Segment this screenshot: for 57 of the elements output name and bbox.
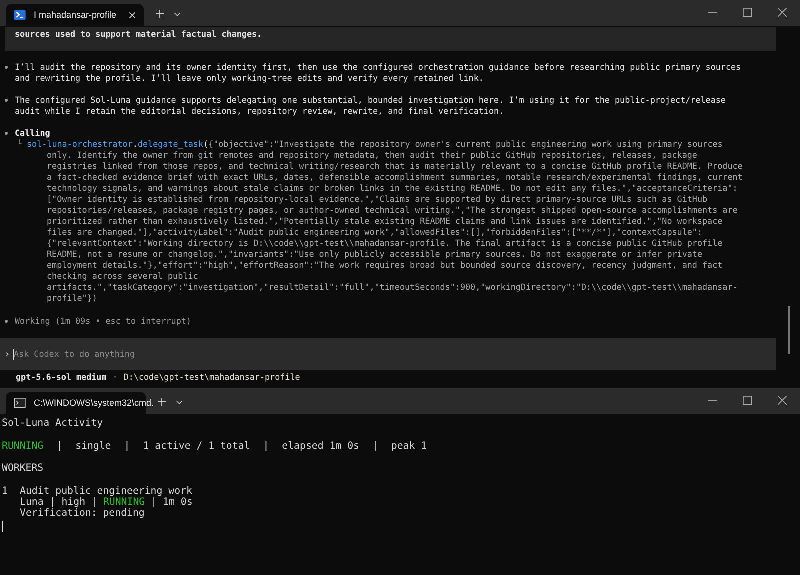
summary-item: elapsed 1m 0s [282,440,360,452]
prompt-input[interactable]: Ask Codex to do anything [13,338,776,370]
separator-glyph: | [50,497,56,508]
separator-glyph: | [151,497,158,508]
separator-glyph: | [372,440,378,452]
maximize-icon[interactable] [743,396,752,405]
paren-glyph: ( [204,139,209,150]
tab-title: C:\WINDOWS\system32\cmd. [34,398,154,408]
section-heading: WORKERS [2,463,45,474]
activity-heading: Sol-Luna Activity [2,418,104,430]
separator-glyph: | [56,440,63,452]
console-icon [14,398,26,408]
verification-status: Verification: pending [20,508,145,520]
close-icon[interactable] [778,396,787,405]
dot-glyph: . [132,139,138,150]
separator-glyph: | [124,440,130,452]
worker-detail: 1m 0s [163,497,193,508]
bullet-icon [5,99,8,102]
assistant-message: I’ll audit the repository and its owner identity first, then use the configured orchestration guidance before researching public primary sources and rewriting the profile. I’ll leave only working-tree edits and verify every retained link. [15,62,742,84]
status-label: RUNNING [103,497,146,508]
call-arguments: only. Identify the owner from git remotes and repository metadata, then audit their public GitHub repositories, releases, package registries linked from those repos, and technical writing/research that is materially relevant to a concise GitHub profile README. Produce a fact-checked evidence brief with exact URLs, dates, defensible accomplishment summaries, notable research/experimental findings, current technology signals, and warnings about stale claims or broken links in the existing README. Do not edit any files.","acceptanceCriteria": ["Owner identity is established from repository-local evidence.","Claims are supported by direct primary-source URLs such as GitHub repositories/releases, package registry pages, or author-owned technical writing.","The strongest shipped open-source accomplishments are prioritized rather than exhaustively listed.","Potentially stale existing README claims and link issues are identified.","No workspace files are changed."],"activityLabel":"Audit public engineering work","allowedFiles":[],"forbiddenFiles":["**/*"],"contextCapsule": {"relevantContext":"Working directory is D:\\code\\gpt-test\\mahadansar-profile. The final artifact is a concise public GitHub profile README, not a resume or changelog.","invariants":"Use only publicly accessible primary sources. Do not exaggerate or infer private employment details."},"effort":"high","effortReason":"The work requires broad but bounded source discovery, recency judgment, and fact checking across several public artifacts.","taskCategory":"investigation","resultDetail":"full","timeoutSeconds":900,"workingDirectory":"D:\\code\\gpt-test\\mahadansar- profile"}) [46,150,744,304]
terminal-icon [14,10,26,20]
worker-title: Audit public engineering work [20,486,192,498]
bullet-icon [5,320,8,323]
terminal-tab[interactable]: I mahadansar-profile [6,4,144,26]
summary-item: single [76,440,112,452]
status-label: RUNNING [2,440,44,452]
new-tab-icon[interactable] [158,398,166,406]
close-icon[interactable] [778,8,787,17]
separator-glyph: | [263,440,270,452]
bullet-icon [5,66,8,69]
summary-item: peak 1 [391,440,428,452]
prompt-chevron: › [0,338,13,370]
scrollbar[interactable] [788,306,790,354]
summary-item: 1 active / 1 total [143,440,250,452]
text-cursor [2,520,3,532]
assistant-message: The configured Sol-Luna guidance supports delegating one substantial, bounded investigation here. I’m using it for the public-project/release audit while I retain the editorial decisions, repository review, rewrite, and final verification. [15,95,726,117]
new-tab-icon[interactable] [156,10,164,18]
maximize-icon[interactable] [743,8,752,17]
branch-glyph: └ [17,139,24,150]
worker-index: 1 [2,486,9,498]
bullet-icon [5,132,8,135]
method-name: delegate_task [138,139,204,150]
separator-dot: · [112,372,118,383]
worker-detail: Luna [20,497,44,508]
separator-glyph: | [92,497,98,508]
model-label: gpt-5.6-sol medium [16,372,107,383]
call-arguments-line: {"objective":"Investigate the repository owner's current public engineering work using primary sources [208,139,723,150]
working-status: Working (1m 09s • esc to interrupt) [15,316,192,327]
calling-label: Calling [15,128,50,139]
working-directory: D:\code\gpt-test\mahadansar-profile [124,372,300,383]
dropdown-icon[interactable] [176,400,183,405]
dropdown-icon[interactable] [174,12,181,17]
tool-name: sol-luna-orchestrator [27,139,133,150]
worker-detail: high [62,497,86,508]
tab-title: I mahadansar-profile [34,10,118,20]
quoted-block: sources used to support material factual changes. [5,27,776,51]
